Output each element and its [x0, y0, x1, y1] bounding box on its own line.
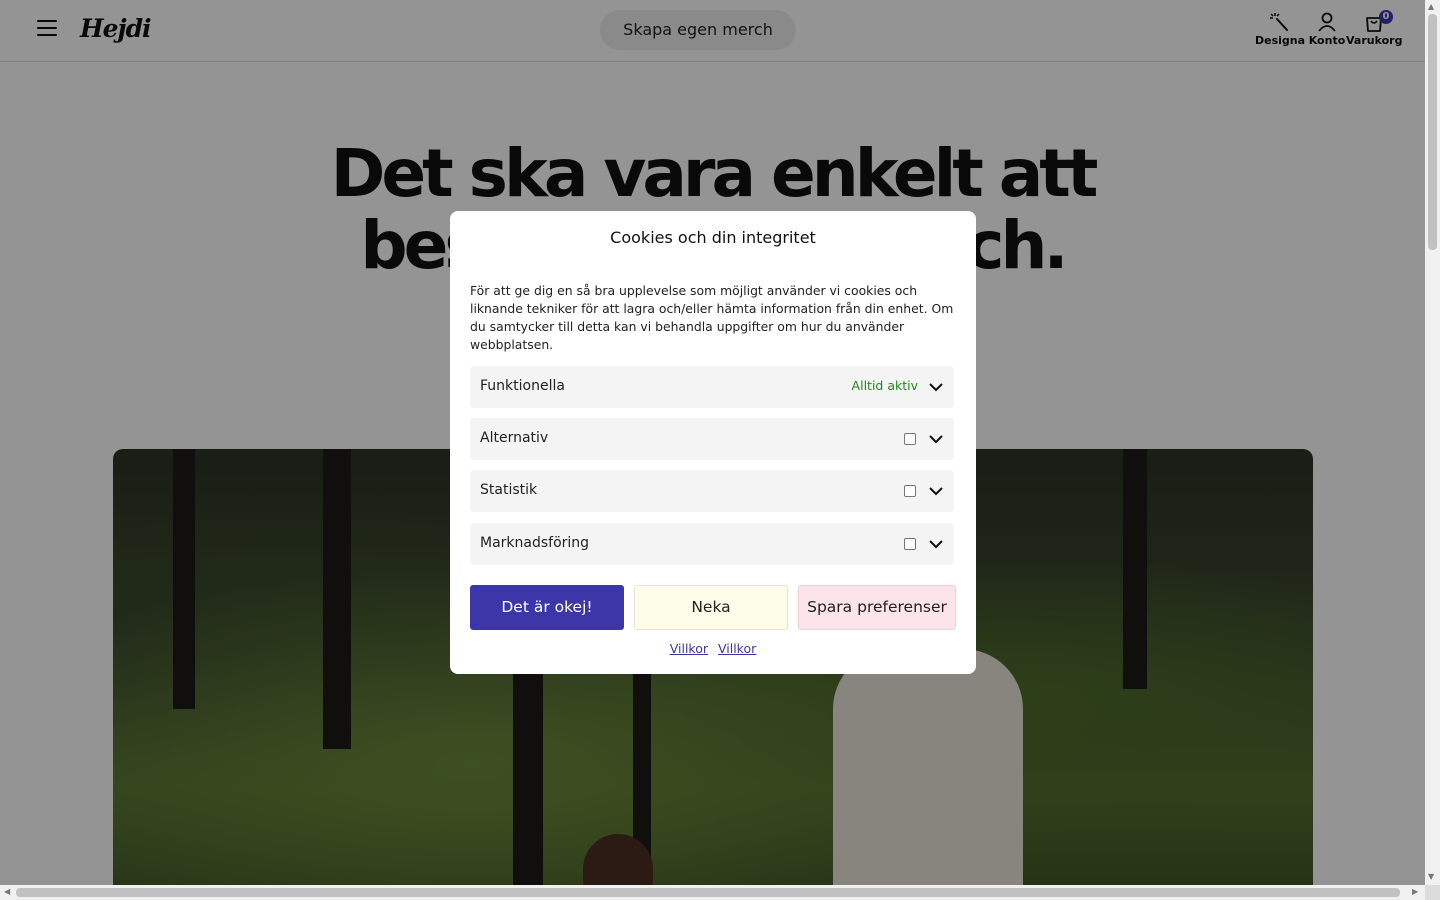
- vertical-scroll-thumb[interactable]: [1428, 14, 1437, 250]
- cookie-category-statistics[interactable]: Statistik: [470, 470, 954, 512]
- chevron-down-icon[interactable]: [928, 379, 944, 395]
- cookie-category-label: Funktionella: [480, 378, 565, 394]
- scroll-down-arrow-icon[interactable]: ▼: [1428, 872, 1434, 881]
- horizontal-scroll-thumb[interactable]: [16, 888, 1400, 897]
- terms-links: Villkor Villkor: [450, 641, 976, 656]
- always-active-status: Alltid aktiv: [851, 378, 918, 393]
- scroll-up-arrow-icon[interactable]: ▲: [1428, 2, 1434, 11]
- preferences-checkbox[interactable]: [904, 433, 916, 445]
- chevron-down-icon[interactable]: [928, 536, 944, 552]
- chevron-down-icon[interactable]: [928, 431, 944, 447]
- vertical-scrollbar[interactable]: ▲ ▼: [1425, 0, 1440, 885]
- cookie-dialog: Cookies och din integritet För att ge di…: [450, 211, 976, 674]
- terms-link[interactable]: Villkor: [718, 641, 756, 656]
- cookie-dialog-description: För att ge dig en så bra upplevelse som …: [470, 283, 954, 352]
- accept-cookies-button[interactable]: Det är okej!: [470, 585, 624, 630]
- cookie-category-functional[interactable]: Funktionella Alltid aktiv: [470, 366, 954, 408]
- terms-link[interactable]: Villkor: [670, 641, 708, 656]
- cookie-category-label: Marknadsföring: [480, 535, 590, 551]
- scroll-right-arrow-icon[interactable]: ▶: [1412, 887, 1418, 896]
- cookie-category-preferences[interactable]: Alternativ: [470, 418, 954, 460]
- save-preferences-button[interactable]: Spara preferenser: [798, 585, 956, 630]
- scrollbar-corner: [1425, 885, 1440, 900]
- statistics-checkbox[interactable]: [904, 485, 916, 497]
- marketing-checkbox[interactable]: [904, 538, 916, 550]
- cookie-dialog-title: Cookies och din integritet: [610, 228, 816, 247]
- cookie-category-label: Alternativ: [480, 430, 549, 446]
- deny-cookies-button[interactable]: Neka: [634, 585, 788, 630]
- scroll-left-arrow-icon[interactable]: ◀: [4, 887, 10, 896]
- cookie-category-marketing[interactable]: Marknadsföring: [470, 523, 954, 565]
- horizontal-scrollbar[interactable]: ◀ ▶: [0, 885, 1425, 900]
- cookie-category-label: Statistik: [480, 482, 538, 498]
- chevron-down-icon[interactable]: [928, 483, 944, 499]
